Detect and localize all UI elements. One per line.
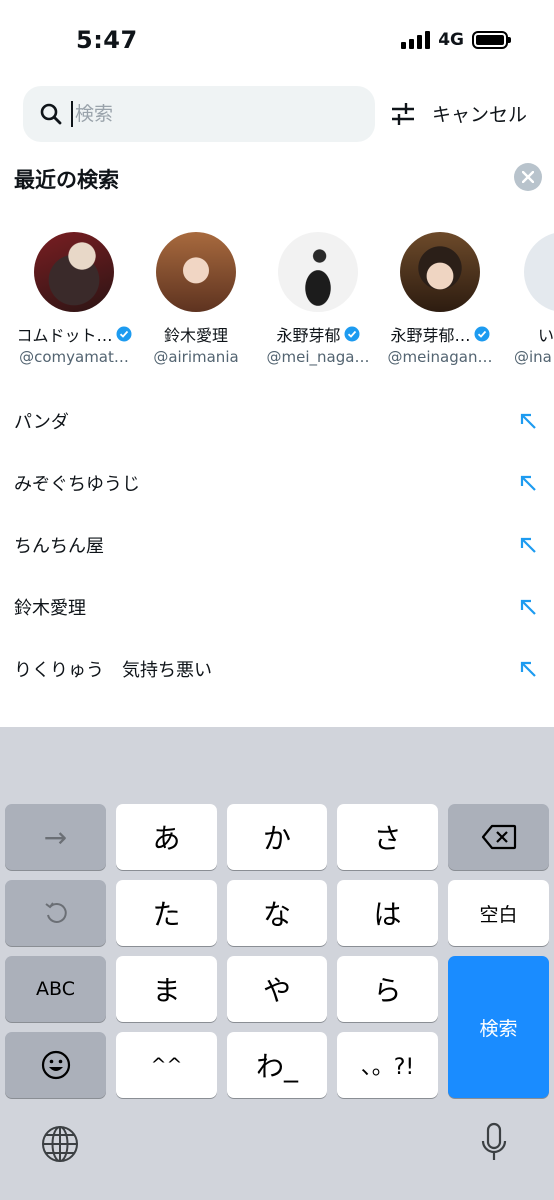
key-ka[interactable]: か bbox=[227, 804, 327, 870]
avatar bbox=[278, 232, 358, 312]
battery-icon bbox=[472, 31, 511, 49]
abc-key[interactable]: ABC bbox=[5, 956, 106, 1022]
status-indicators: 4G bbox=[401, 30, 511, 50]
query-text: パンダ bbox=[14, 412, 69, 433]
search-input[interactable] bbox=[75, 103, 315, 125]
profile-handle: @meinagan… bbox=[387, 348, 493, 366]
profile-name: 永野芽郁 bbox=[276, 326, 341, 345]
profile-item[interactable]: い @ina bbox=[500, 232, 554, 366]
clear-recent-button[interactable] bbox=[514, 163, 542, 191]
profile-handle: @ina bbox=[514, 348, 552, 366]
arrow-up-left-icon[interactable] bbox=[518, 535, 538, 555]
backspace-icon bbox=[481, 824, 516, 850]
list-item[interactable]: ちんちん屋 bbox=[0, 514, 554, 576]
emoji-key[interactable] bbox=[5, 1032, 106, 1098]
signal-icon bbox=[401, 31, 431, 49]
profile-item[interactable]: コムドット… @comyamat… bbox=[12, 232, 136, 366]
undo-icon bbox=[44, 902, 67, 923]
backspace-key[interactable] bbox=[448, 804, 549, 870]
search-box[interactable] bbox=[23, 86, 375, 142]
key-ta[interactable]: た bbox=[116, 880, 217, 946]
profile-name: 鈴木愛理 bbox=[163, 326, 228, 345]
recent-searches-title: 最近の検索 bbox=[14, 168, 119, 192]
status-time: 5:47 bbox=[76, 26, 138, 54]
key-na[interactable]: な bbox=[227, 880, 327, 946]
verified-badge-icon bbox=[116, 326, 131, 342]
key-ma[interactable]: ま bbox=[116, 956, 217, 1022]
cancel-button[interactable]: キャンセル bbox=[432, 100, 527, 127]
profile-item[interactable]: 永野芽郁 @mei_naga… bbox=[256, 232, 380, 366]
arrow-up-left-icon[interactable] bbox=[518, 473, 538, 493]
key-kaomoji[interactable]: ^^ bbox=[116, 1032, 217, 1098]
profile-item[interactable]: 鈴木愛理 @airimania bbox=[134, 232, 258, 366]
verified-badge-icon bbox=[474, 326, 489, 342]
key-wa[interactable]: わ_ bbox=[227, 1032, 327, 1098]
close-icon bbox=[522, 171, 534, 183]
undo-key[interactable] bbox=[5, 880, 106, 946]
profile-handle: @comyamat… bbox=[19, 348, 129, 366]
search-key[interactable]: 検索 bbox=[448, 956, 549, 1098]
key-ha[interactable]: は bbox=[337, 880, 438, 946]
space-key[interactable]: 空白 bbox=[448, 880, 549, 946]
status-bar: 5:47 4G bbox=[0, 0, 554, 80]
keyboard: → あ か さ た な は 空白 ABC ま や ら 検索 ^^ わ_ 、。?! bbox=[0, 727, 554, 1200]
avatar bbox=[156, 232, 236, 312]
query-text: りくりゅう 気持ち悪い bbox=[14, 660, 212, 681]
emoji-icon bbox=[41, 1050, 70, 1080]
query-text: みぞぐちゆうじ bbox=[14, 474, 140, 495]
recent-queries: パンダ みぞぐちゆうじ ちんちん屋 鈴木愛理 りくりゅう 気持ち悪い bbox=[0, 390, 554, 700]
verified-badge-icon bbox=[344, 326, 359, 342]
key-punctuation[interactable]: 、。?! bbox=[337, 1032, 438, 1098]
key-ya[interactable]: や bbox=[227, 956, 327, 1022]
search-row: キャンセル bbox=[0, 86, 554, 142]
globe-icon[interactable] bbox=[40, 1124, 80, 1168]
avatar bbox=[400, 232, 480, 312]
search-icon bbox=[39, 102, 63, 126]
profile-handle: @airimania bbox=[153, 348, 239, 366]
network-type: 4G bbox=[438, 30, 464, 50]
query-text: 鈴木愛理 bbox=[14, 598, 86, 619]
key-ra[interactable]: ら bbox=[337, 956, 438, 1022]
profile-name: コムドット… bbox=[16, 326, 113, 345]
arrow-up-left-icon[interactable] bbox=[518, 597, 538, 617]
avatar bbox=[524, 232, 554, 312]
microphone-icon[interactable] bbox=[480, 1122, 508, 1168]
list-item[interactable]: 鈴木愛理 bbox=[0, 576, 554, 638]
profile-handle: @mei_naga… bbox=[266, 348, 370, 366]
arrow-up-left-icon[interactable] bbox=[518, 659, 538, 679]
key-a[interactable]: あ bbox=[116, 804, 217, 870]
list-item[interactable]: りくりゅう 気持ち悪い bbox=[0, 638, 554, 700]
text-caret bbox=[71, 101, 73, 127]
profile-item[interactable]: 永野芽郁… @meinagan… bbox=[378, 232, 502, 366]
recent-profiles: コムドット… @comyamat… 鈴木愛理 @airimania 永野芽郁 @… bbox=[0, 232, 554, 372]
query-text: ちんちん屋 bbox=[14, 536, 104, 557]
list-item[interactable]: みぞぐちゆうじ bbox=[0, 452, 554, 514]
profile-name: い bbox=[538, 326, 554, 345]
key-sa[interactable]: さ bbox=[337, 804, 438, 870]
key-next-arrow[interactable]: → bbox=[5, 804, 106, 870]
arrow-up-left-icon[interactable] bbox=[518, 411, 538, 431]
list-item[interactable]: パンダ bbox=[0, 390, 554, 452]
filter-icon[interactable] bbox=[390, 100, 416, 128]
profile-name: 永野芽郁… bbox=[390, 326, 471, 345]
avatar bbox=[34, 232, 114, 312]
